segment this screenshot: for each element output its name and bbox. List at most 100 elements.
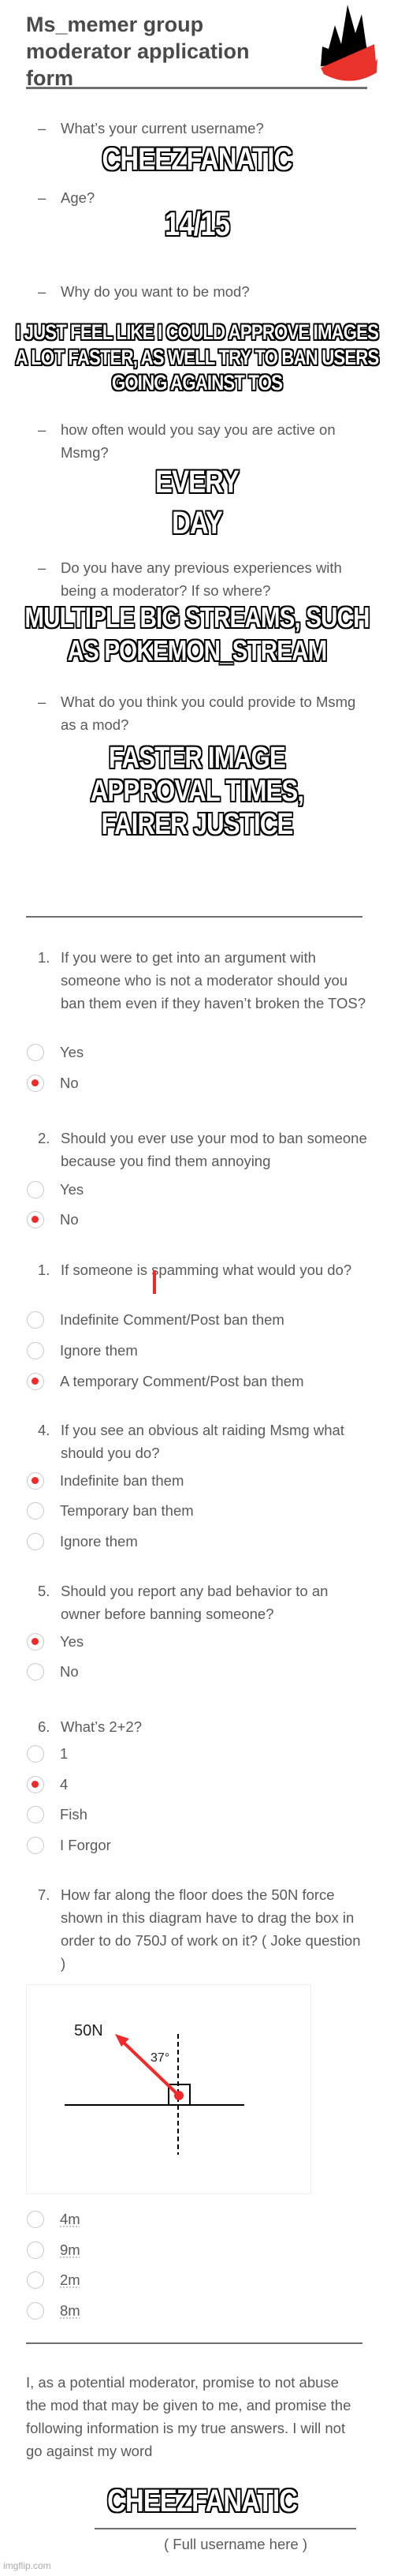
question-text: Age? — [61, 189, 95, 206]
option-label: I Forgor — [60, 1837, 111, 1853]
question-6: 6. What’s 2+2? — [38, 1715, 368, 1738]
option-q6-4[interactable]: 4 — [27, 1774, 68, 1795]
question-4: 4. If you see an obvious alt raiding Msm… — [38, 1419, 368, 1464]
radio-unselected[interactable] — [27, 1342, 44, 1359]
radio-unselected[interactable] — [27, 1533, 44, 1550]
page-title: Ms_memer group moderator application for… — [26, 13, 250, 90]
option-q7-9m[interactable]: 9m — [27, 2240, 80, 2260]
option-q6-fish[interactable]: Fish — [27, 1804, 87, 1825]
radio-unselected[interactable] — [27, 1745, 44, 1763]
option-label: 4m — [60, 2211, 80, 2227]
question-prefix: – — [38, 694, 46, 710]
radio-unselected[interactable] — [27, 1181, 44, 1198]
cursor-mark — [153, 1270, 156, 1294]
option-label: 9m — [60, 2241, 80, 2258]
option-q4-indefinite[interactable]: Indefinite ban them — [27, 1471, 184, 1491]
radio-selected[interactable] — [27, 1472, 44, 1490]
radio-unselected[interactable] — [27, 2241, 44, 2259]
option-label: Yes — [60, 1044, 84, 1060]
flame-logo-icon — [321, 5, 377, 81]
radio-selected[interactable] — [27, 1075, 44, 1092]
answer-why-mod: I JUST FEEL LIKE I COULD APPROVE IMAGES … — [15, 320, 380, 395]
option-label: Ignore them — [60, 1342, 138, 1359]
option-label: 2m — [60, 2271, 80, 2288]
radio-unselected[interactable] — [27, 1663, 44, 1681]
answer-experience: MULTIPLE BIG STREAMS, SUCH AS POKEMON_ST… — [24, 600, 370, 667]
answer-username: CHEEZFANATIC — [102, 141, 293, 178]
option-label: 8m — [60, 2302, 80, 2319]
option-q1-yes[interactable]: Yes — [27, 1042, 84, 1063]
section-divider — [26, 2342, 362, 2344]
header-divider — [26, 87, 367, 89]
option-q7-2m[interactable]: 2m — [27, 2270, 80, 2290]
pledge-text: I, as a potential moderator, promise to … — [26, 2374, 351, 2459]
question-activity: – how often would you say you are active… — [38, 418, 360, 464]
radio-unselected[interactable] — [27, 1806, 44, 1823]
option-q3-ignore[interactable]: Ignore them — [27, 1340, 138, 1361]
option-label: Temporary ban them — [60, 1502, 194, 1519]
option-q1-no[interactable]: No — [27, 1073, 79, 1094]
option-q5-yes[interactable]: Yes — [27, 1632, 84, 1652]
question-text: What’s your current username? — [61, 120, 264, 136]
signature-answer[interactable]: CHEEZFANATIC — [106, 2483, 298, 2519]
question-number: 6. — [38, 1718, 50, 1735]
option-label: Fish — [60, 1806, 87, 1823]
question-number: 5. — [38, 1583, 50, 1599]
question-text: What do you think you could provide to M… — [61, 694, 356, 733]
question-prefix: – — [38, 421, 46, 438]
option-label: No — [60, 1663, 79, 1680]
force-origin — [174, 2091, 184, 2100]
answer-provide: FASTER IMAGE APPROVAL TIMES, FAIRER JUST… — [90, 741, 305, 842]
section-divider — [26, 916, 362, 918]
option-q2-yes[interactable]: Yes — [27, 1180, 84, 1200]
radio-selected[interactable] — [27, 1373, 44, 1390]
question-text: Why do you want to be mod? — [61, 283, 250, 300]
radio-selected[interactable] — [27, 1211, 44, 1228]
question-prefix: – — [38, 283, 46, 300]
option-q4-temporary[interactable]: Temporary ban them — [27, 1501, 194, 1521]
option-label: Ignore them — [60, 1533, 138, 1550]
answer-age: 14/15 — [164, 204, 230, 243]
question-experience: – Do you have any previous experiences w… — [38, 556, 360, 602]
radio-unselected[interactable] — [27, 2211, 44, 2228]
option-q2-no[interactable]: No — [27, 1209, 79, 1230]
signature-caption: ( Full username here ) — [164, 2536, 307, 2552]
option-label: Yes — [60, 1181, 84, 1198]
question-1: 1. If you were to get into an argument w… — [38, 946, 368, 1015]
question-why-mod: – Why do you want to be mod? — [38, 280, 360, 303]
radio-unselected[interactable] — [27, 1502, 44, 1520]
option-q3-indefinite[interactable]: Indefinite Comment/Post ban them — [27, 1310, 284, 1330]
force-label: 50N — [74, 2022, 103, 2039]
question-number: 2. — [38, 1130, 50, 1146]
watermark: imgflip.com — [3, 2560, 51, 2571]
question-7: 7. How far along the floor does the 50N … — [38, 1883, 368, 1975]
question-text: How far along the floor does the 50N for… — [61, 1886, 361, 1972]
question-number: 1. — [38, 1262, 50, 1278]
force-diagram-svg — [65, 2034, 244, 2155]
question-text: how often would you say you are active o… — [61, 421, 336, 461]
question-text: Should you report any bad behavior to an… — [61, 1583, 329, 1622]
radio-unselected[interactable] — [27, 2271, 44, 2289]
option-label: Yes — [60, 1633, 84, 1650]
option-q4-ignore[interactable]: Ignore them — [27, 1531, 138, 1552]
option-q7-4m[interactable]: 4m — [27, 2209, 80, 2230]
radio-unselected[interactable] — [27, 1837, 44, 1854]
option-q7-8m[interactable]: 8m — [27, 2301, 80, 2321]
option-q5-no[interactable]: No — [27, 1662, 79, 1682]
question-2: 2. Should you ever use your mod to ban s… — [38, 1127, 368, 1172]
question-number: 1. — [38, 949, 50, 966]
radio-selected[interactable] — [27, 1776, 44, 1793]
radio-unselected[interactable] — [27, 2302, 44, 2320]
radio-selected[interactable] — [27, 1633, 44, 1651]
radio-unselected[interactable] — [27, 1311, 44, 1329]
option-q6-1[interactable]: 1 — [27, 1744, 68, 1764]
radio-unselected[interactable] — [27, 1044, 44, 1061]
question-text: What’s 2+2? — [61, 1718, 143, 1735]
answer-activity: EVERY DAY — [154, 464, 240, 541]
option-q3-temporary[interactable]: A temporary Comment/Post ban them — [27, 1371, 304, 1392]
angle-label: 37° — [151, 2051, 170, 2065]
option-q6-forgor[interactable]: I Forgor — [27, 1835, 111, 1856]
question-number: 7. — [38, 1886, 50, 1903]
question-prefix: – — [38, 189, 46, 206]
signature-line — [95, 2528, 356, 2529]
